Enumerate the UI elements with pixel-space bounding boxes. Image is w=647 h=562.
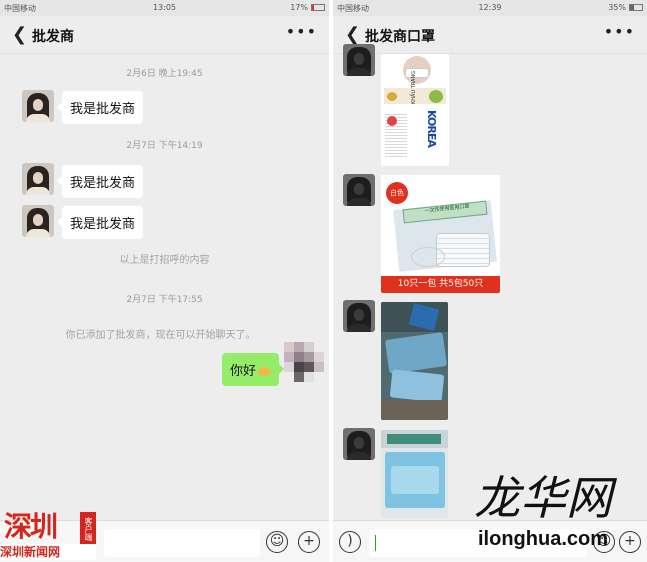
incoming-message[interactable]: 我是批发商 <box>56 206 144 239</box>
contact-avatar[interactable] <box>343 174 375 206</box>
image-message[interactable]: KHẨU TRANG KOREA <box>381 54 449 166</box>
message-timestamp: 2月6日 晚上19:45 <box>126 69 203 79</box>
color-badge: 白色 <box>386 182 408 204</box>
battery-percent: 35% <box>608 3 626 12</box>
message-timestamp: 2月7日 下午14:19 <box>126 141 203 151</box>
more-icon[interactable]: ••• <box>604 22 635 41</box>
status-bar: 中国移动 13:05 17% <box>0 0 329 16</box>
incoming-message[interactable]: 我是批发商 <box>56 165 144 198</box>
message-timestamp: 2月7日 下午17:55 <box>126 295 203 305</box>
longhua-watermark: 龙华网 ilonghua.com <box>470 470 647 562</box>
mask-label: KOREA <box>425 110 438 147</box>
watermark-main-text: 龙华网 <box>474 471 612 525</box>
contact-avatar[interactable] <box>22 90 54 122</box>
image-caption: 10只一包 共5包50只 <box>381 276 500 293</box>
smile-emoji-icon <box>258 367 272 376</box>
image-message[interactable]: 白色 一次性使用医用口罩 10只一包 共5包50只 <box>381 175 500 293</box>
status-time: 13:05 <box>152 3 177 12</box>
chat-title: 批发商口罩 <box>365 29 435 45</box>
voice-icon[interactable]: ) <box>339 531 361 553</box>
plus-icon[interactable]: + <box>298 531 320 553</box>
system-notice: 以上是打招呼的内容 <box>119 255 210 266</box>
chat-title: 批发商 <box>32 29 74 45</box>
text-cursor <box>375 535 376 551</box>
contact-avatar[interactable] <box>343 428 375 460</box>
outgoing-message[interactable]: 你好 <box>222 353 285 386</box>
watermark-caption: 深圳新闻网 <box>0 544 96 560</box>
status-right: 35% <box>608 3 643 12</box>
shenzhen-news-watermark: 深圳 客户端 深圳新闻网 <box>0 510 100 562</box>
contact-avatar[interactable] <box>22 163 54 195</box>
emoji-icon[interactable]: ☺ <box>266 531 288 553</box>
status-time: 12:39 <box>478 3 502 12</box>
chat-header: ❮ 批发商口罩 ••• <box>333 16 647 54</box>
battery-icon <box>629 4 643 11</box>
message-input[interactable] <box>104 529 260 557</box>
contact-avatar[interactable] <box>22 205 54 237</box>
mask-sublabel: KHẨU TRANG <box>411 70 417 104</box>
back-arrow-icon[interactable]: ❮ <box>12 24 27 45</box>
status-bar: 中国移动 12:39 35% <box>333 0 647 16</box>
contact-avatar[interactable] <box>343 300 375 332</box>
watermark-url: ilonghua.com <box>478 528 608 550</box>
system-notice: 你已添加了批发商，现在可以开始聊天了。 <box>65 330 256 341</box>
back-arrow-icon[interactable]: ❮ <box>345 24 360 45</box>
blurred-avatar <box>284 342 324 382</box>
watermark-sub-text: 客户端 <box>80 512 96 546</box>
contact-avatar[interactable] <box>343 44 375 76</box>
image-message[interactable] <box>381 430 448 518</box>
image-message[interactable] <box>381 302 448 420</box>
outgoing-message-text: 你好 <box>230 364 257 379</box>
battery-percent: 17% <box>290 3 308 12</box>
incoming-message[interactable]: 我是批发商 <box>56 91 144 124</box>
watermark-main-text: 深圳 <box>4 510 58 543</box>
status-right: 17% <box>290 3 325 12</box>
chat-header: ❮ 批发商 ••• <box>0 16 329 54</box>
left-chat-screen: 中国移动 13:05 17% ❮ 批发商 ••• 2月6日 晚上19:45 我是… <box>0 0 329 562</box>
battery-icon <box>311 4 325 11</box>
more-icon[interactable]: ••• <box>286 22 317 41</box>
